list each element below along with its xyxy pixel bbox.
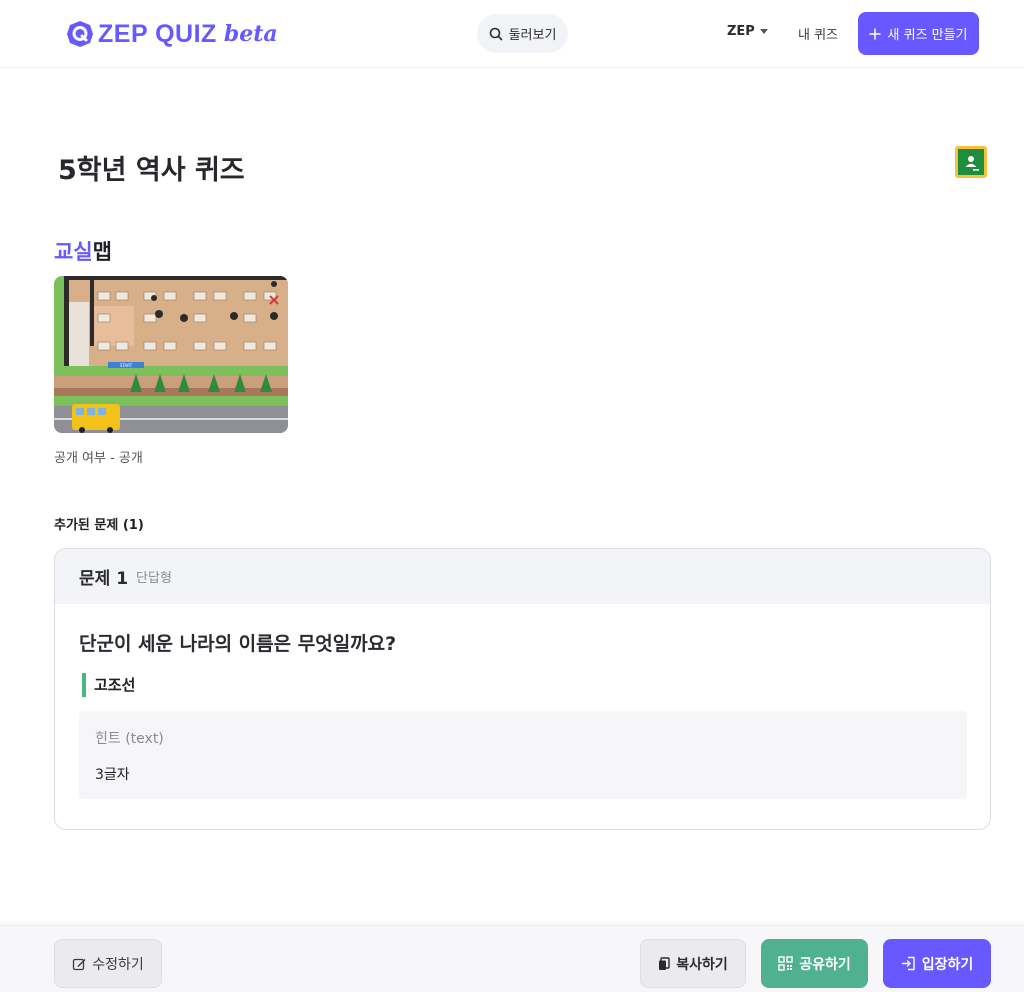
added-questions-count: 추가된 문제 (1) (54, 518, 144, 533)
question-text: 단군이 세운 나라의 이름은 무엇일까요? (79, 633, 397, 655)
bottom-action-bar: 수정하기 복사하기 공유하기 입장하기 (0, 925, 1024, 992)
my-quiz-link[interactable]: 내 퀴즈 (798, 24, 838, 43)
logo-mark-icon (67, 21, 93, 47)
question-card-header: 문제 1 단답형 (55, 549, 990, 604)
browse-label: 둘러보기 (508, 28, 557, 43)
new-quiz-label: 새 퀴즈 만들기 (887, 28, 968, 43)
copy-button[interactable]: 복사하기 (640, 939, 746, 988)
new-quiz-button[interactable]: 새 퀴즈 만들기 (858, 12, 979, 55)
logo-beta: beta (223, 21, 278, 47)
heading-rest: 맵 (92, 240, 112, 264)
google-classroom-icon[interactable] (955, 146, 987, 178)
map-preview-image: START (54, 276, 288, 433)
zep-quiz-logo[interactable]: ZEP QUIZ beta (66, 18, 278, 50)
share-button[interactable]: 공유하기 (761, 939, 868, 988)
qr-icon (778, 956, 793, 971)
classroom-map-thumbnail[interactable]: START (54, 276, 288, 433)
plus-icon (869, 27, 882, 40)
quiz-title: 5학년 역사 퀴즈 (58, 155, 245, 186)
question-answer: 고조선 (82, 673, 135, 697)
search-icon (489, 27, 502, 40)
edit-label: 수정하기 (92, 956, 144, 973)
edit-button[interactable]: 수정하기 (54, 939, 162, 988)
question-card: 문제 1 단답형 단군이 세운 나라의 이름은 무엇일까요? 고조선 힌트 (t… (54, 548, 991, 830)
share-label: 공유하기 (799, 956, 851, 973)
hint-value: 3글자 (95, 767, 130, 783)
copy-icon (659, 956, 670, 970)
question-type: 단답형 (136, 571, 172, 586)
edit-icon (73, 958, 86, 970)
browse-button[interactable]: 둘러보기 (477, 14, 568, 53)
classroom-map-heading: 교실맵 (54, 236, 112, 266)
logo-text: ZEP QUIZ (98, 19, 217, 48)
enter-button[interactable]: 입장하기 (883, 939, 991, 988)
top-header: ZEP QUIZ beta 둘러보기 ZEP 내 퀴즈 새 퀴즈 만들기 (0, 0, 1024, 68)
zep-menu-label: ZEP (727, 24, 755, 39)
question-number: 문제 1 (79, 569, 129, 589)
enter-label: 입장하기 (921, 956, 974, 973)
copy-label: 복사하기 (676, 956, 728, 973)
zep-menu-dropdown[interactable]: ZEP (727, 24, 768, 39)
hint-label: 힌트 (text) (95, 731, 164, 747)
hint-box: 힌트 (text) 3글자 (79, 711, 967, 799)
classroom-person-glyph (965, 156, 979, 171)
heading-accent: 교실 (54, 240, 93, 264)
public-status: 공개 여부 - 공개 (54, 451, 143, 466)
map-start-sign: START (120, 363, 133, 368)
caret-down-icon (759, 29, 768, 34)
enter-icon (901, 956, 915, 971)
